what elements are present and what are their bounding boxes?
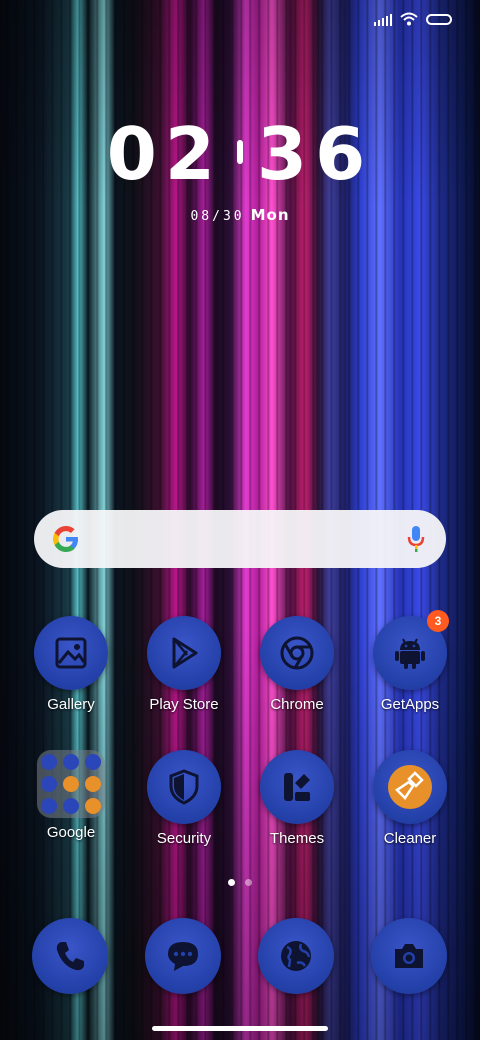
play-store-app-icon[interactable] xyxy=(147,616,221,690)
notification-badge: 3 xyxy=(427,610,449,632)
app-label: Gallery xyxy=(47,696,95,713)
gesture-navigation-bar[interactable] xyxy=(152,1026,328,1031)
messages-app-icon[interactable] xyxy=(145,918,221,994)
themes-icon xyxy=(284,773,310,801)
status-bar xyxy=(374,12,452,26)
browser-app-icon[interactable] xyxy=(258,918,334,994)
chrome-icon xyxy=(280,636,314,670)
app-chrome[interactable]: Chrome xyxy=(247,616,347,713)
folder-google[interactable]: Google xyxy=(21,750,121,841)
browser-globe-icon xyxy=(281,941,311,971)
phone-icon xyxy=(56,942,84,971)
dock-phone[interactable] xyxy=(20,918,120,994)
app-label: Google xyxy=(46,824,96,841)
play-store-icon xyxy=(172,637,198,669)
page-dot-active xyxy=(228,879,235,886)
app-label: Chrome xyxy=(270,696,324,713)
clock-widget[interactable]: 02 36 xyxy=(0,112,480,196)
chrome-app-icon[interactable] xyxy=(260,616,334,690)
shield-icon xyxy=(169,769,199,805)
signal-icon xyxy=(374,12,392,26)
wifi-icon xyxy=(400,12,418,26)
app-themes[interactable]: Themes xyxy=(247,750,347,847)
themes-app-icon[interactable] xyxy=(260,750,334,824)
camera-icon xyxy=(395,944,423,968)
dock-browser[interactable] xyxy=(246,918,346,994)
app-label: Security xyxy=(156,830,212,847)
battery-icon xyxy=(426,13,452,25)
app-label: GetApps xyxy=(380,696,440,713)
android-icon xyxy=(395,638,425,669)
app-gallery[interactable]: Gallery xyxy=(21,616,121,713)
google-g-icon xyxy=(53,526,78,552)
date-line: 08/30 Mon xyxy=(0,206,480,224)
dock-camera[interactable] xyxy=(359,918,459,994)
page-dot xyxy=(245,879,252,886)
getapps-app-icon[interactable]: 3 xyxy=(373,610,449,690)
page-indicator xyxy=(0,879,480,886)
app-cleaner[interactable]: Cleaner xyxy=(360,750,460,847)
clock-minutes: 36 xyxy=(257,112,374,196)
cleaner-app-icon[interactable] xyxy=(373,750,447,824)
app-getapps[interactable]: 3 GetApps xyxy=(360,610,460,713)
clock-separator xyxy=(237,140,243,165)
camera-app-icon[interactable] xyxy=(371,918,447,994)
gallery-app-icon[interactable] xyxy=(34,616,108,690)
date-text: 08/30 xyxy=(190,209,245,224)
weekday-text: Mon xyxy=(250,206,290,224)
clock-hours: 02 xyxy=(106,112,223,196)
microphone-icon[interactable] xyxy=(406,525,426,553)
broom-icon xyxy=(388,765,432,809)
dock-messages[interactable] xyxy=(133,918,233,994)
app-security[interactable]: Security xyxy=(134,750,234,847)
google-search-bar[interactable] xyxy=(34,510,446,568)
phone-app-icon[interactable] xyxy=(32,918,108,994)
app-label: Play Store xyxy=(149,696,219,713)
security-app-icon[interactable] xyxy=(147,750,221,824)
app-play-store[interactable]: Play Store xyxy=(134,616,234,713)
messages-icon xyxy=(168,942,198,971)
gallery-icon xyxy=(55,637,87,669)
folder-icon[interactable] xyxy=(37,750,105,818)
app-label: Themes xyxy=(269,830,325,847)
app-label: Cleaner xyxy=(383,830,437,847)
